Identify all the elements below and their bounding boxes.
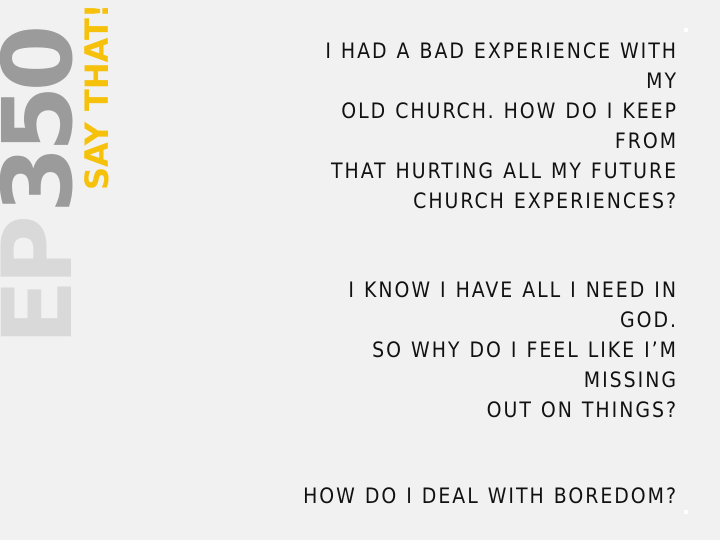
corner-mark-top: [684, 28, 688, 32]
corner-mark-bottom: [684, 510, 688, 514]
question-1: I had a bad experience with my old churc…: [325, 39, 678, 213]
episode-label: EP350: [0, 31, 94, 345]
show-name: SAY THAT!: [78, 3, 116, 190]
episode-prefix: EP: [0, 221, 94, 345]
question-3: How do I deal with boredom?: [303, 484, 678, 508]
slide: EP350 SAY THAT! I had a bad experience w…: [0, 0, 720, 540]
question-2: I know I have all I need in God. So why …: [348, 278, 678, 422]
